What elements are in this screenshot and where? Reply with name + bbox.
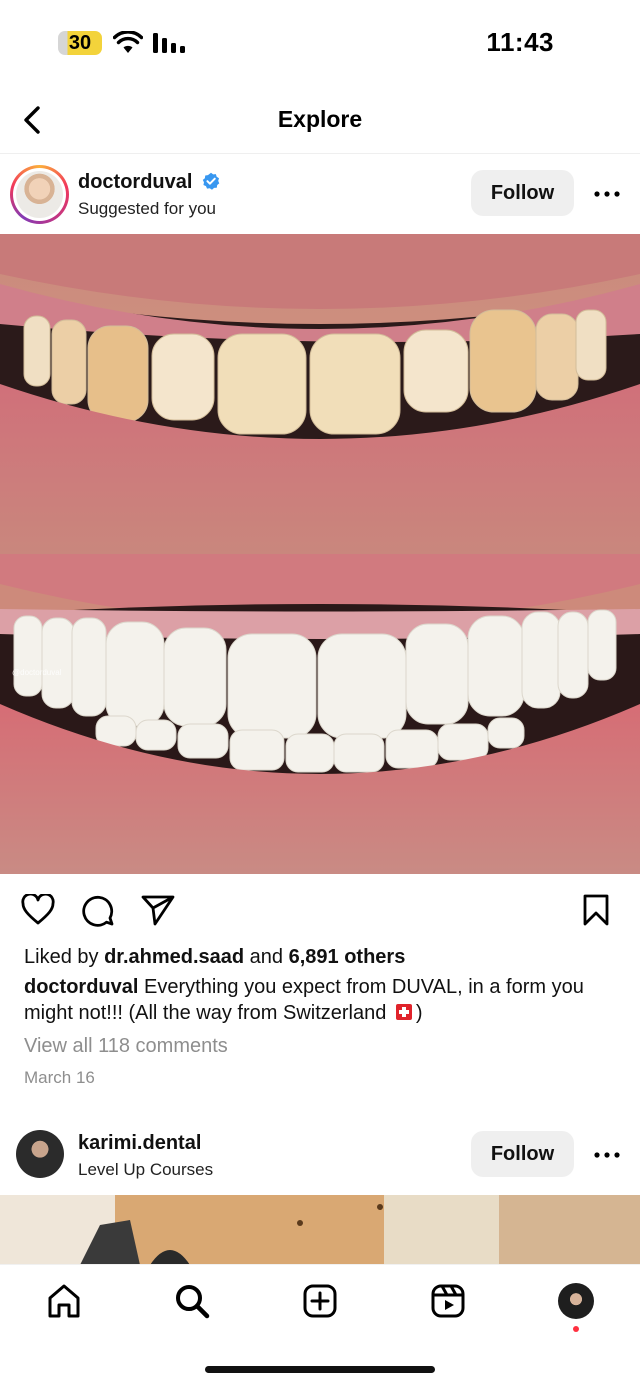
verified-badge-icon [202, 172, 220, 190]
view-comments-link[interactable]: View all 118 comments [24, 1035, 228, 1058]
battery-level: 30 [68, 32, 92, 54]
before-smile-image [0, 234, 640, 554]
post-caption: doctorduval Everything you expect from D… [24, 974, 614, 1026]
likes-prefix: Liked by [24, 946, 105, 968]
next-post-image [80, 1204, 383, 1265]
status-bar: 30 11:43 [0, 0, 640, 88]
share-button[interactable] [140, 892, 176, 928]
username-text: doctorduval [78, 171, 193, 193]
notification-dot [573, 1326, 579, 1332]
reels-icon [431, 1284, 465, 1318]
more-options-button[interactable] [588, 179, 626, 209]
avatar [16, 171, 63, 218]
caption-username[interactable]: doctorduval [24, 976, 138, 998]
nav-search[interactable] [172, 1281, 212, 1321]
next-post-header: karimi.dental Level Up Courses Follow [0, 1118, 640, 1196]
send-paper-plane-icon [141, 895, 175, 926]
follow-button[interactable]: Follow [471, 1131, 574, 1177]
search-icon [176, 1285, 210, 1319]
clock: 11:43 [486, 27, 554, 57]
page-title: Explore [277, 106, 363, 132]
follow-button[interactable]: Follow [471, 170, 574, 216]
comment-bubble-icon [82, 895, 114, 927]
likes-count[interactable]: 6,891 others [289, 946, 406, 968]
heart-icon [21, 894, 55, 925]
nav-reels[interactable] [428, 1281, 468, 1321]
like-button[interactable] [20, 892, 56, 928]
post-actions [0, 884, 640, 934]
likes-user-link[interactable]: dr.ahmed.saad [104, 946, 244, 968]
comment-button[interactable] [80, 892, 116, 928]
next-post-username[interactable]: karimi.dental [78, 1132, 201, 1155]
post-photo[interactable]: @doctorduval [0, 234, 640, 874]
top-header: Explore [0, 88, 640, 154]
home-icon [48, 1284, 80, 1318]
likes-mid: and [244, 946, 289, 968]
nav-profile-avatar[interactable] [558, 1283, 594, 1319]
plus-square-icon [303, 1284, 337, 1318]
avatar[interactable] [16, 1130, 64, 1178]
next-post-photo[interactable] [0, 1195, 640, 1265]
next-post-subtitle: Level Up Courses [78, 1160, 214, 1179]
nav-create[interactable] [300, 1281, 340, 1321]
likes-line[interactable]: Liked by dr.ahmed.saad and 6,891 others [24, 946, 405, 969]
nav-home[interactable] [44, 1281, 84, 1321]
post-header: doctorduval Suggested for you Follow [0, 155, 640, 233]
more-options-button[interactable] [588, 1140, 626, 1170]
cellular-signal-icon [153, 33, 185, 53]
photo-watermark: @doctorduval [12, 668, 62, 677]
after-smile-image [0, 554, 640, 874]
post-date: March 16 [24, 1068, 95, 1087]
swiss-flag-icon [395, 1004, 412, 1020]
post-subtitle: Suggested for you [78, 199, 216, 218]
post-username[interactable]: doctorduval [78, 171, 220, 194]
save-button[interactable] [578, 892, 614, 928]
avatar-story-ring[interactable] [10, 165, 69, 224]
home-indicator[interactable] [205, 1366, 435, 1373]
more-horizontal-icon [594, 1152, 620, 1158]
caption-end: ) [415, 1002, 423, 1024]
wifi-icon [113, 31, 143, 53]
more-horizontal-icon [594, 191, 620, 197]
bookmark-icon [583, 894, 609, 926]
